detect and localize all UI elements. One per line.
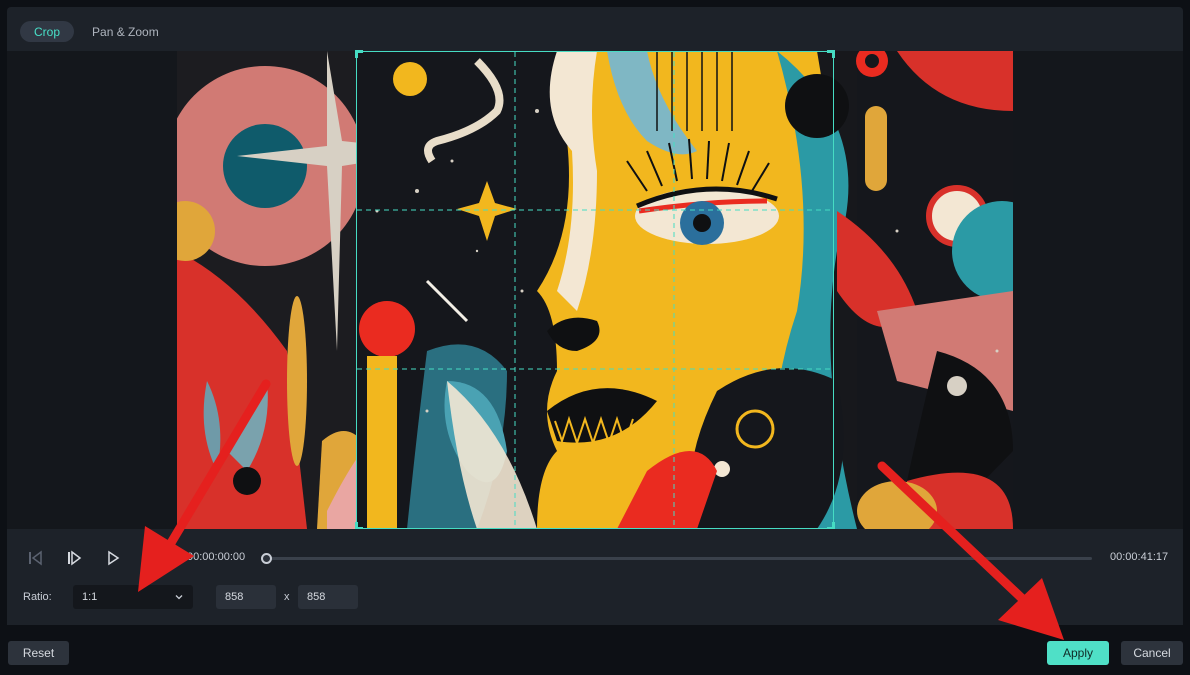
- tab-bar: Crop Pan & Zoom: [20, 21, 173, 42]
- dimension-separator: x: [284, 591, 290, 603]
- total-time: 00:00:41:17: [1110, 551, 1169, 563]
- play-button[interactable]: [103, 548, 123, 568]
- prev-frame-button[interactable]: [25, 548, 45, 568]
- crop-width-field[interactable]: [216, 585, 276, 609]
- crop-handle-top-right[interactable]: [827, 50, 835, 58]
- scrubber-knob[interactable]: [261, 553, 272, 564]
- chevron-down-icon: [175, 595, 183, 600]
- play-from-start-button[interactable]: [64, 548, 84, 568]
- tab-crop[interactable]: Crop: [20, 21, 75, 42]
- cancel-button[interactable]: Cancel: [1121, 641, 1183, 665]
- ratio-select[interactable]: 1:1: [73, 585, 193, 609]
- video-preview: [7, 50, 1183, 530]
- ratio-label: Ratio:: [23, 591, 52, 603]
- play-icon: [108, 550, 120, 566]
- crop-dialog: Crop Pan & Zoom 00:00:00:00 00:00:41:17 …: [7, 7, 1183, 625]
- apply-button[interactable]: Apply: [1047, 641, 1109, 665]
- crop-handle-top-left[interactable]: [355, 50, 363, 58]
- timeline-scrubber[interactable]: [261, 553, 1092, 564]
- crop-grid: [357, 52, 832, 527]
- current-time: 00:00:00:00: [187, 551, 246, 563]
- play-from-start-icon: [68, 550, 82, 566]
- tab-pan-zoom[interactable]: Pan & Zoom: [78, 21, 173, 42]
- prev-frame-icon: [29, 550, 42, 566]
- crop-frame[interactable]: [355, 50, 835, 530]
- controls-panel: 00:00:00:00 00:00:41:17 Ratio: 1:1 x: [7, 529, 1183, 625]
- ratio-selected-value: 1:1: [82, 591, 98, 603]
- reset-button[interactable]: Reset: [8, 641, 69, 665]
- crop-height-field[interactable]: [298, 585, 358, 609]
